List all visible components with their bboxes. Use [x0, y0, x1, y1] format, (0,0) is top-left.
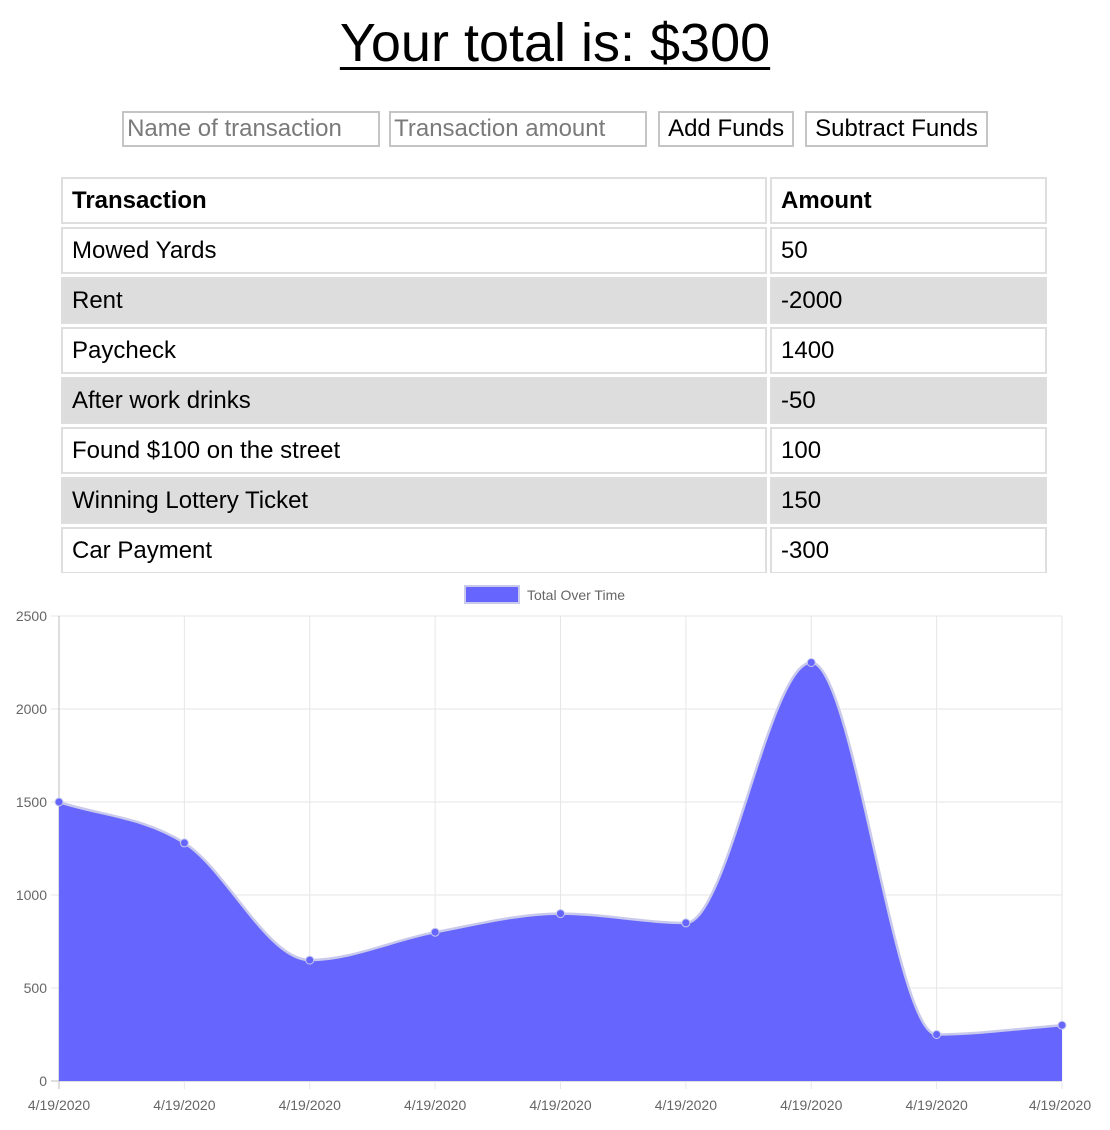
data-point[interactable] [430, 927, 440, 937]
legend-label: Total Over Time [527, 587, 625, 603]
x-axis-ticks: 4/19/2020 4/19/2020 4/19/2020 4/19/2020 4/19… [28, 1097, 1091, 1113]
transaction-name-cell: Winning Lottery Ticket [61, 477, 767, 524]
transactions-table-container[interactable]: Transaction Amount Mowed Yards 50 Rent -… [58, 174, 1050, 573]
x-tick-label: 4/19/2020 [905, 1097, 967, 1113]
x-tick-label: 4/19/2020 [655, 1097, 717, 1113]
transaction-amount-input[interactable] [389, 111, 648, 147]
x-tick-label: 4/19/2020 [28, 1097, 90, 1113]
x-tick-label: 4/19/2020 [404, 1097, 466, 1113]
data-point[interactable] [806, 658, 816, 667]
data-point[interactable] [305, 955, 315, 965]
y-tick-label: 0 [39, 1073, 47, 1089]
transaction-name-cell: Found $100 on the street [61, 427, 767, 474]
data-point[interactable] [179, 838, 189, 848]
y-tick-label: 2000 [16, 701, 47, 717]
transaction-amount-cell: 50 [770, 227, 1047, 274]
transaction-name-cell: Rent [61, 277, 767, 324]
transaction-amount-cell: 100 [770, 427, 1047, 474]
data-point[interactable] [932, 1030, 942, 1039]
legend-swatch [464, 585, 520, 604]
total-heading: Your total is: $300 [339, 13, 771, 73]
y-tick-label: 500 [24, 980, 48, 996]
total-over-time-chart: 05001000150020002500 4/19/2020 4/19/2020 4… [16, 585, 1091, 1113]
transaction-amount-cell: 1400 [770, 327, 1047, 374]
x-tick-label: 4/19/2020 [780, 1097, 842, 1113]
chart-legend[interactable]: Total Over Time [464, 585, 625, 604]
x-tick-label: 4/19/2020 [529, 1097, 591, 1113]
x-tick-label: 4/19/2020 [279, 1097, 341, 1113]
transaction-name-cell: Paycheck [61, 327, 767, 374]
add-funds-button[interactable]: Add Funds [658, 111, 795, 147]
transactions-table: Transaction Amount Mowed Yards 50 Rent -… [58, 174, 1050, 573]
header-transaction: Transaction [61, 177, 767, 224]
x-tick-label: 4/19/2020 [1029, 1097, 1091, 1113]
transaction-name-input[interactable] [122, 111, 381, 147]
data-point[interactable] [681, 918, 691, 928]
table-row: After work drinks -50 [61, 377, 1047, 424]
data-point[interactable] [54, 797, 64, 807]
transaction-amount-cell: -300 [770, 527, 1047, 573]
transaction-name-cell: Car Payment [61, 527, 767, 573]
data-point[interactable] [1057, 1020, 1067, 1030]
table-header-row: Transaction Amount [61, 177, 1047, 224]
table-row: Winning Lottery Ticket 150 [61, 477, 1047, 524]
subtract-funds-button[interactable]: Subtract Funds [805, 111, 988, 147]
table-row: Paycheck 1400 [61, 327, 1047, 374]
y-tick-label: 1000 [16, 887, 47, 903]
table-row: Found $100 on the street 100 [61, 427, 1047, 474]
transaction-amount-cell: -2000 [770, 277, 1047, 324]
transaction-name-cell: After work drinks [61, 377, 767, 424]
y-tick-label: 1500 [16, 794, 47, 810]
table-row: Rent -2000 [61, 277, 1047, 324]
x-tick-label: 4/19/2020 [153, 1097, 215, 1113]
data-point[interactable] [556, 909, 565, 919]
page: Your total is: $300 Add Funds Subtract F… [0, 0, 1110, 1130]
transaction-amount-cell: -50 [770, 377, 1047, 424]
header-amount: Amount [770, 177, 1047, 224]
y-axis-ticks: 0 500 1000 1500 2000 2500 [16, 608, 47, 1089]
transaction-amount-cell: 150 [770, 477, 1047, 524]
transaction-name-cell: Mowed Yards [61, 227, 767, 274]
y-tick-label: 2500 [16, 608, 47, 624]
table-row: Mowed Yards 50 [61, 227, 1047, 274]
transaction-form: Add Funds Subtract Funds [0, 111, 1110, 147]
table-row: Car Payment -300 [61, 527, 1047, 573]
